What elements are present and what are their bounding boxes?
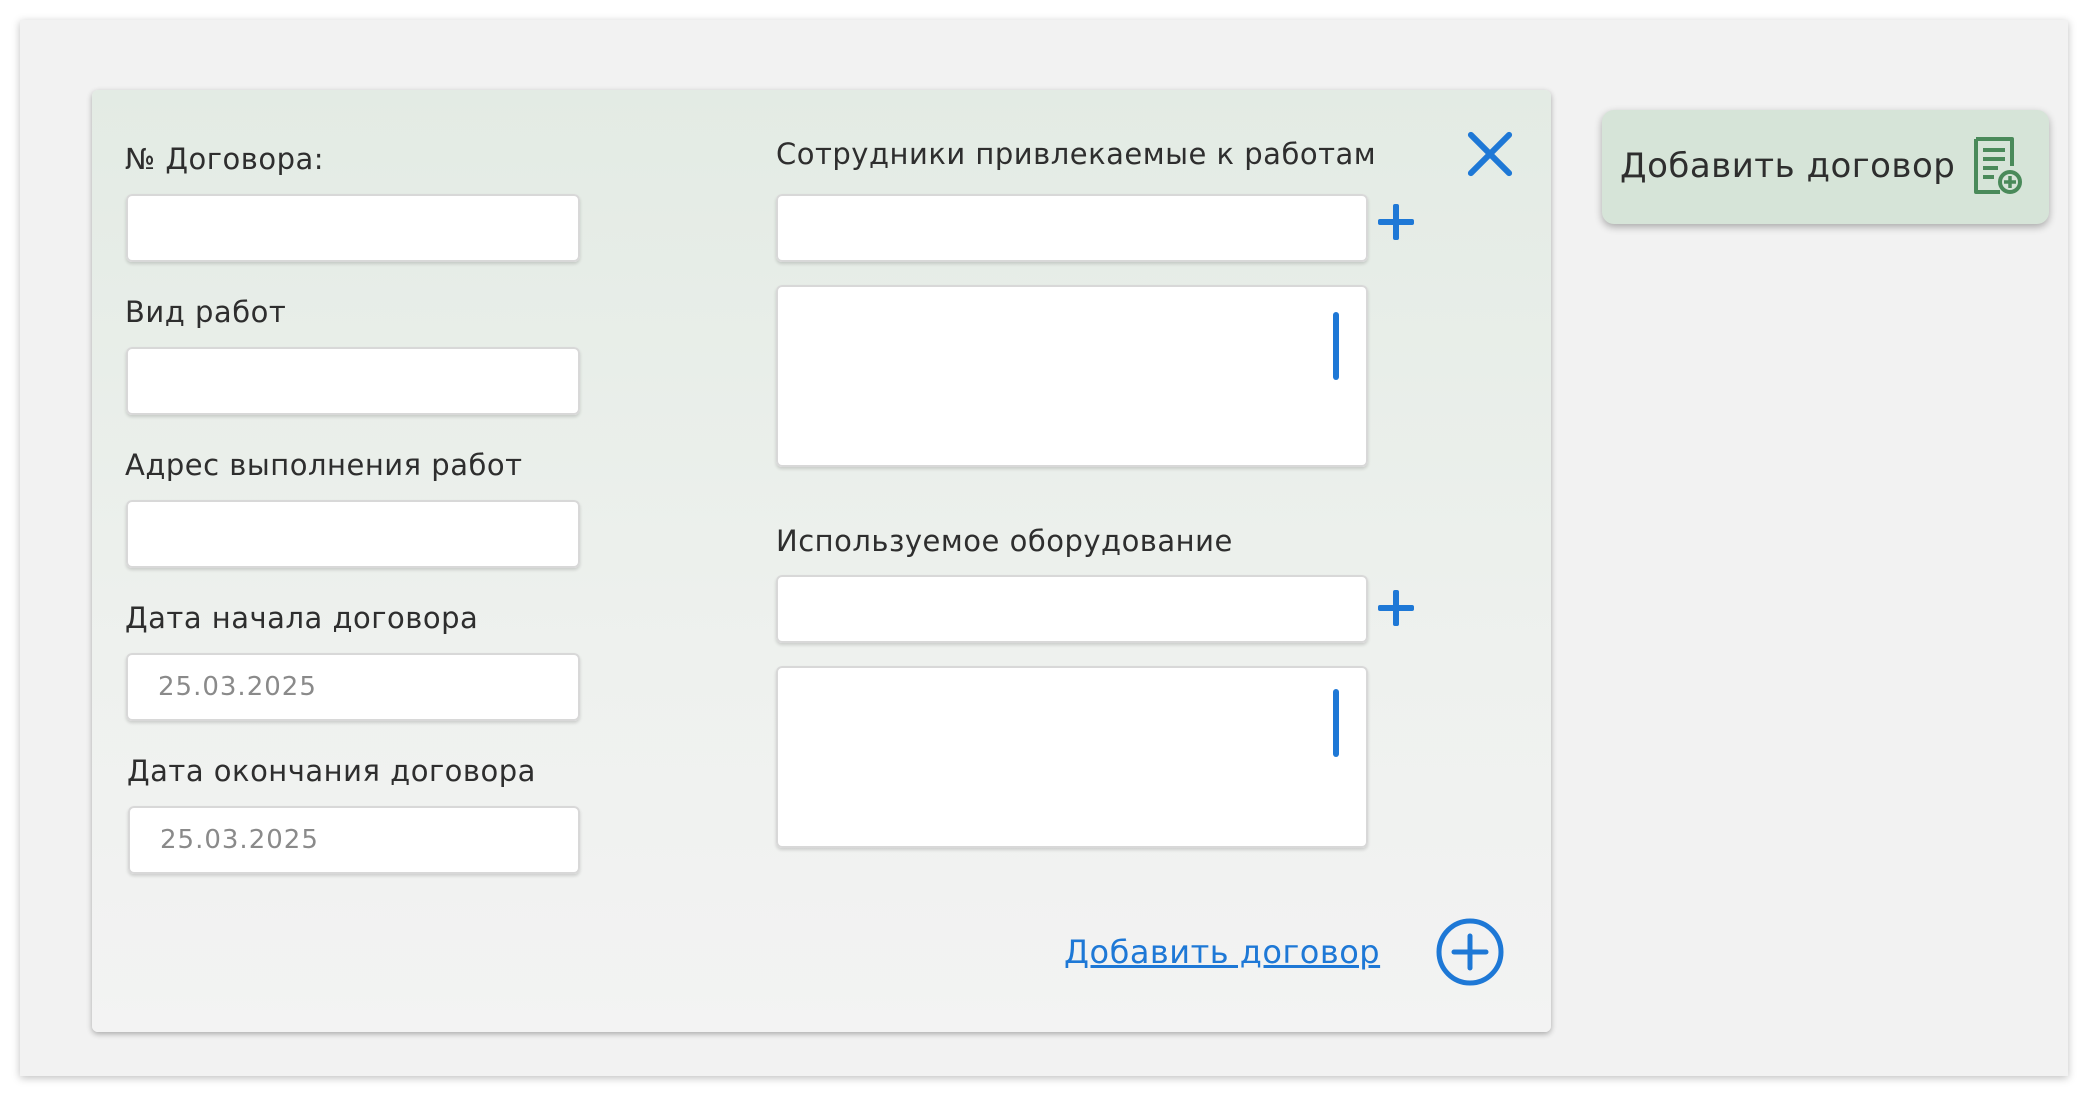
work-address-input[interactable] xyxy=(126,500,580,568)
add-employee-plus-icon[interactable] xyxy=(1378,204,1414,240)
add-contract-button-label: Добавить договор xyxy=(1620,146,1956,186)
employees-list-scrollbar[interactable] xyxy=(1333,312,1339,380)
employees-list[interactable] xyxy=(776,285,1368,467)
close-icon[interactable] xyxy=(1466,130,1514,178)
add-contract-button[interactable]: Добавить договор xyxy=(1602,110,2049,224)
add-equipment-plus-icon[interactable] xyxy=(1378,590,1414,626)
start-date-label: Дата начала договора xyxy=(125,601,479,635)
equipment-label: Используемое оборудование xyxy=(776,524,1233,558)
equipment-list[interactable] xyxy=(776,666,1368,848)
start-date-input[interactable]: 25.03.2025 xyxy=(126,653,580,721)
work-type-input[interactable] xyxy=(126,347,580,415)
end-date-label: Дата окончания договора xyxy=(127,754,536,788)
add-contract-link[interactable]: Добавить договор xyxy=(1064,933,1380,971)
contract-number-label: № Договора: xyxy=(125,142,325,176)
page-background: № Договора: Вид работ Адрес выполнения р… xyxy=(20,20,2068,1076)
equipment-input[interactable] xyxy=(776,575,1368,643)
add-contract-form-panel: № Договора: Вид работ Адрес выполнения р… xyxy=(92,90,1551,1032)
work-address-label: Адрес выполнения работ xyxy=(125,448,523,482)
employees-input[interactable] xyxy=(776,194,1368,262)
circle-plus-icon[interactable] xyxy=(1435,917,1505,987)
equipment-list-scrollbar[interactable] xyxy=(1333,689,1339,757)
employees-label: Сотрудники привлекаемые к работам xyxy=(776,137,1377,171)
work-type-label: Вид работ xyxy=(125,295,287,329)
contract-number-input[interactable] xyxy=(126,194,580,262)
document-add-icon xyxy=(1974,137,2022,194)
end-date-input[interactable]: 25.03.2025 xyxy=(128,806,580,874)
